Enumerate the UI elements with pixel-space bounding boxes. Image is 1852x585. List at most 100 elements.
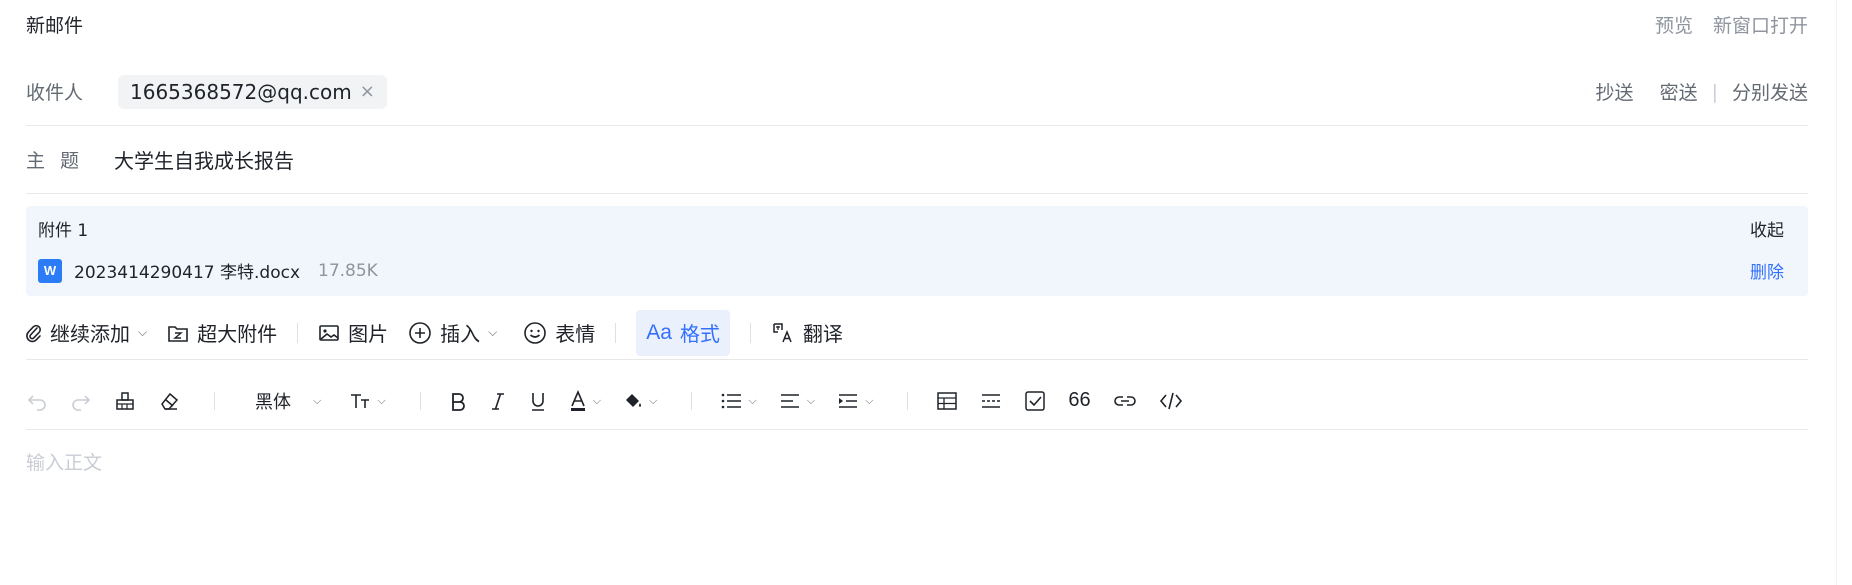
subject-input[interactable]: 大学生自我成长报告 — [114, 145, 294, 174]
format-painter-button[interactable] — [114, 383, 136, 419]
clear-format-button[interactable] — [158, 383, 180, 419]
link-button[interactable] — [1113, 383, 1137, 419]
checkbox-icon — [1025, 390, 1046, 411]
cc-link[interactable]: 抄送 — [1596, 78, 1634, 105]
insert-label: 插入 — [440, 322, 481, 346]
recipient-email: 1665368572@qq.com — [130, 79, 352, 104]
recipient-actions: 抄送 密送 | 分别发送 — [1596, 78, 1808, 105]
page-title: 新邮件 — [26, 14, 84, 37]
checklist-button[interactable] — [1024, 383, 1046, 419]
attachment-file-name[interactable]: 2023414290417 李特.docx — [74, 258, 300, 283]
attachment-header: 附件 1 收起 — [38, 216, 1784, 241]
chevron-down-icon[interactable]: ⌵ — [488, 325, 497, 340]
recipient-chip[interactable]: 1665368572@qq.com × — [118, 74, 387, 109]
delete-attachment-button[interactable]: 删除 — [1750, 258, 1784, 283]
collapse-button[interactable]: 收起 — [1750, 216, 1784, 241]
title-row: 新邮件 预览 新窗口打开 — [26, 0, 1808, 48]
insert-button[interactable]: 插入 ⌵ — [408, 310, 497, 356]
toolbar-divider — [907, 391, 909, 410]
font-color-icon — [570, 389, 585, 411]
format-painter-icon — [116, 391, 134, 410]
quote-icon: 66 — [1068, 389, 1091, 411]
attachment-item: W 2023414290417 李特.docx 17.85K 删除 — [38, 258, 1784, 283]
scrollbar[interactable] — [1836, 0, 1852, 585]
toolbar-divider — [749, 322, 751, 343]
paint-bucket-icon — [626, 393, 642, 407]
body-editor-placeholder[interactable]: 输入正文 — [26, 448, 102, 475]
subject-row: 主题 大学生自我成长报告 — [26, 126, 1808, 194]
title-actions: 预览 新窗口打开 — [1655, 11, 1808, 38]
plus-circle-icon — [409, 321, 431, 344]
underline-button[interactable] — [529, 383, 547, 419]
code-button[interactable] — [1159, 383, 1183, 419]
bcc-link[interactable]: 密送 — [1660, 78, 1698, 105]
format-button[interactable]: Aa 格式 — [636, 309, 730, 356]
italic-button[interactable] — [489, 383, 507, 419]
emoji-label: 表情 — [555, 322, 596, 346]
attachment-count: 附件 1 — [38, 221, 89, 241]
translate-button[interactable]: 翻译 — [771, 310, 843, 356]
chevron-down-icon: ⌵ — [377, 393, 386, 407]
table-icon — [937, 391, 958, 410]
font-family-select[interactable]: 黑体 ⌵ — [243, 383, 321, 419]
chevron-down-icon: ⌵ — [865, 393, 874, 407]
undo-icon — [27, 394, 46, 411]
bold-button[interactable] — [449, 383, 467, 419]
toolbar-divider — [297, 322, 299, 343]
smiley-icon — [524, 321, 547, 344]
highlight-color-button[interactable]: ⌵ — [623, 383, 657, 419]
format-toolbar: 黑体 ⌵ ⌵ ⌵ ⌵ ⌵ ⌵ ⌵ 66 — [26, 372, 1808, 430]
link-icon — [1113, 395, 1136, 406]
chevron-down-icon: ⌵ — [313, 393, 322, 407]
indent-button[interactable]: ⌵ — [837, 383, 873, 419]
font-color-button[interactable]: ⌵ — [569, 383, 601, 419]
attachment-file-size: 17.85K — [318, 260, 378, 281]
emoji-button[interactable]: 表情 — [523, 310, 595, 356]
underline-icon — [531, 392, 544, 411]
font-size-select[interactable]: ⌵ — [349, 383, 386, 419]
subject-label: 主题 — [26, 150, 95, 172]
remove-recipient-icon[interactable]: × — [360, 81, 375, 102]
add-attachment-button[interactable]: 继续添加 ⌵ — [26, 310, 147, 356]
undo-button[interactable] — [26, 383, 48, 419]
to-label: 收件人 — [26, 82, 84, 104]
add-attachment-label: 继续添加 — [50, 322, 130, 346]
translate-icon — [773, 322, 792, 342]
quote-button[interactable]: 66 — [1068, 383, 1090, 419]
table-button[interactable] — [936, 383, 958, 419]
bullet-list-button[interactable]: ⌵ — [720, 383, 757, 419]
large-attachment-button[interactable]: 超大附件 — [167, 310, 277, 356]
toolbar-divider — [419, 391, 421, 410]
large-attachment-label: 超大附件 — [197, 322, 278, 346]
preview-link[interactable]: 预览 — [1655, 11, 1693, 38]
word-document-icon: W — [38, 258, 62, 283]
compose-toolbar: 继续添加 ⌵ 超大附件 图片 插入 ⌵ 表情 Aa 格式 翻译 — [26, 306, 1808, 360]
open-new-window-link[interactable]: 新窗口打开 — [1713, 11, 1808, 38]
eraser-icon — [161, 392, 179, 410]
toolbar-divider — [615, 322, 617, 343]
font-family-value: 黑体 — [255, 391, 291, 413]
font-size-icon — [351, 393, 370, 408]
image-button[interactable]: 图片 — [318, 310, 388, 356]
separate-send-link[interactable]: 分别发送 — [1732, 78, 1808, 105]
image-label: 图片 — [348, 322, 389, 346]
redo-icon — [72, 394, 91, 411]
indent-icon — [839, 393, 858, 408]
chevron-down-icon: ⌵ — [592, 393, 602, 407]
bullet-list-icon — [722, 393, 742, 408]
bold-icon — [451, 392, 465, 411]
divider: | — [1711, 80, 1718, 103]
toolbar-divider — [691, 391, 693, 410]
divider-line-button[interactable] — [980, 383, 1002, 419]
compose-window: 新邮件 预览 新窗口打开 收件人 1665368572@qq.com × 抄送 … — [26, 0, 1808, 474]
align-left-icon — [780, 393, 799, 408]
format-aa-icon: Aa — [646, 320, 672, 344]
redo-button[interactable] — [70, 383, 92, 419]
align-button[interactable]: ⌵ — [779, 383, 815, 419]
italic-icon — [491, 392, 504, 410]
toolbar-divider — [214, 391, 215, 410]
translate-label: 翻译 — [802, 322, 843, 346]
chevron-down-icon: ⌵ — [649, 393, 658, 407]
paperclip-icon — [26, 324, 41, 342]
chevron-down-icon[interactable]: ⌵ — [138, 325, 147, 340]
